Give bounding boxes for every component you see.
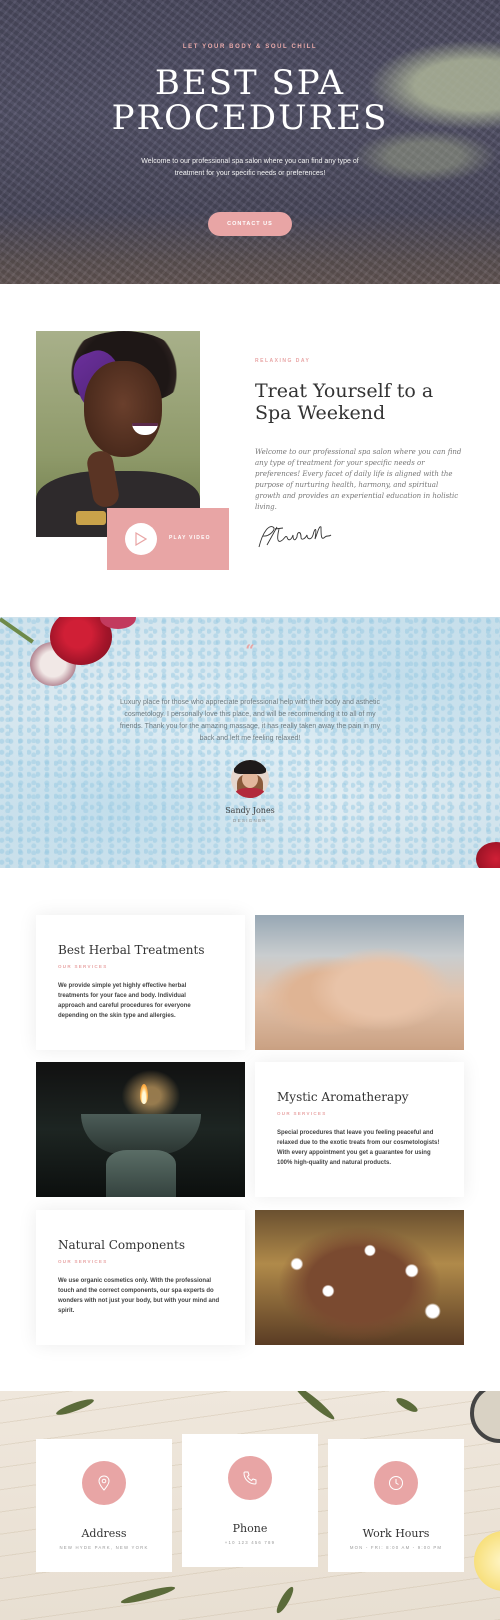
play-icon	[135, 532, 147, 546]
service-text: Special procedures that leave you feelin…	[277, 1130, 440, 1166]
lemon-decoration	[474, 1531, 500, 1591]
about-title: Treat Yourself to a Spa Weekend	[255, 380, 434, 424]
avatar	[231, 760, 269, 798]
testimonial-text: Luxury place for those who appreciate pr…	[119, 699, 381, 742]
candle-photo	[36, 1062, 245, 1197]
service-text: We provide simple yet highly effective h…	[58, 983, 191, 1019]
contact-card-hours: Work Hours MON - FRI: 8:00 AM - 9:00 PM	[328, 1439, 464, 1572]
rose-decoration-bottom	[476, 842, 500, 868]
contact-card-address: Address NEW HYDE PARK, NEW YORK	[36, 1439, 172, 1572]
quote-icon: “	[245, 641, 255, 660]
hands-flowers-photo	[255, 1210, 464, 1345]
contact-subtitle: NEW HYDE PARK, NEW YORK	[59, 1545, 149, 1550]
service-subtitle: OUR SERVICES	[58, 964, 108, 969]
hero-title-line1: BEST SPA	[154, 63, 346, 103]
contact-subtitle: MON - FRI: 8:00 AM - 9:00 PM	[349, 1545, 443, 1550]
service-title: Best Herbal Treatments	[58, 943, 205, 957]
service-title: Mystic Aromatherapy	[277, 1090, 409, 1104]
woman-smiling-photo	[36, 331, 200, 537]
testimonial-section: “ Luxury place for those who appreciate …	[0, 617, 500, 868]
play-video-label: PLAY VIDEO	[169, 535, 211, 541]
service-text: We use organic cosmetics only. With the …	[58, 1278, 220, 1314]
testimonial-name: Sandy Jones	[225, 806, 275, 815]
about-tag: RELAXING DAY	[255, 358, 311, 364]
hero-section: LET YOUR BODY & SOUL CHILL BEST SPA PROC…	[0, 0, 500, 284]
bowl-decoration	[470, 1391, 500, 1443]
contact-us-button[interactable]: CONTACT US	[208, 212, 292, 236]
service-subtitle: OUR SERVICES	[58, 1259, 108, 1264]
phone-icon	[243, 1471, 257, 1485]
service-card-natural: Natural Components OUR SERVICES We use o…	[36, 1210, 245, 1345]
about-text: Welcome to our professional spa salon wh…	[255, 448, 462, 511]
contact-section: Address NEW HYDE PARK, NEW YORK Phone +1…	[0, 1391, 500, 1620]
hero-tagline: LET YOUR BODY & SOUL CHILL	[182, 44, 318, 50]
testimonial-role: DESIGNER	[233, 818, 267, 823]
service-card-herbal: Best Herbal Treatments OUR SERVICES We p…	[36, 915, 245, 1050]
map-pin-icon	[98, 1475, 110, 1491]
contact-subtitle: +10 123 456 789	[224, 1540, 276, 1545]
hero-description: Welcome to our professional spa salon wh…	[141, 158, 359, 177]
contact-title: Work Hours	[362, 1527, 430, 1540]
service-subtitle: OUR SERVICES	[277, 1111, 327, 1116]
clock-icon	[389, 1476, 403, 1490]
service-title: Natural Components	[58, 1238, 185, 1252]
hero-title: BEST SPA PROCEDURES	[0, 66, 500, 136]
hero-title-line2: PROCEDURES	[111, 98, 389, 138]
contact-title: Address	[81, 1527, 127, 1540]
service-card-aromatherapy: Mystic Aromatherapy OUR SERVICES Special…	[255, 1062, 464, 1197]
signature-image	[258, 526, 332, 548]
play-button[interactable]	[125, 523, 157, 555]
contact-card-phone: Phone +10 123 456 789	[182, 1434, 318, 1567]
contact-title: Phone	[232, 1522, 268, 1535]
play-video-box[interactable]: PLAY VIDEO	[107, 508, 229, 570]
massage-photo	[255, 915, 464, 1050]
